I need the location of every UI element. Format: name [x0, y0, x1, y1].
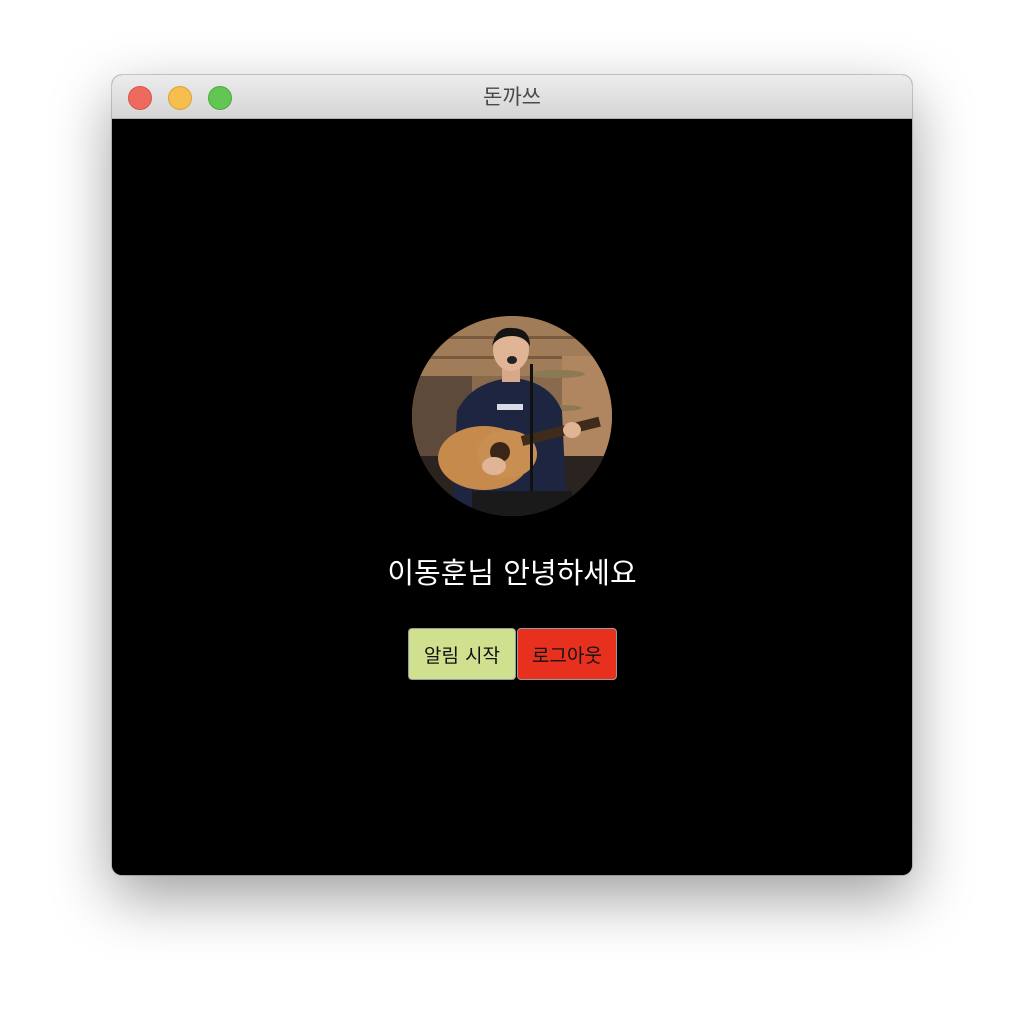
main-content: 이동훈님 안녕하세요 알림 시작 로그아웃: [112, 119, 912, 875]
start-alert-button[interactable]: 알림 시작: [408, 628, 516, 680]
app-window: 돈까쓰 이동훈님 안녕하세요 알림 시작 로그아웃: [112, 75, 912, 875]
logout-button[interactable]: 로그아웃: [517, 628, 617, 680]
greeting-text: 이동훈님 안녕하세요: [387, 556, 637, 590]
profile-photo-icon: [412, 316, 612, 516]
window-title: 돈까쓰: [483, 85, 541, 109]
title-bar[interactable]: 돈까쓰: [112, 75, 912, 119]
profile-avatar: [412, 316, 612, 516]
action-buttons: 알림 시작 로그아웃: [408, 628, 617, 680]
